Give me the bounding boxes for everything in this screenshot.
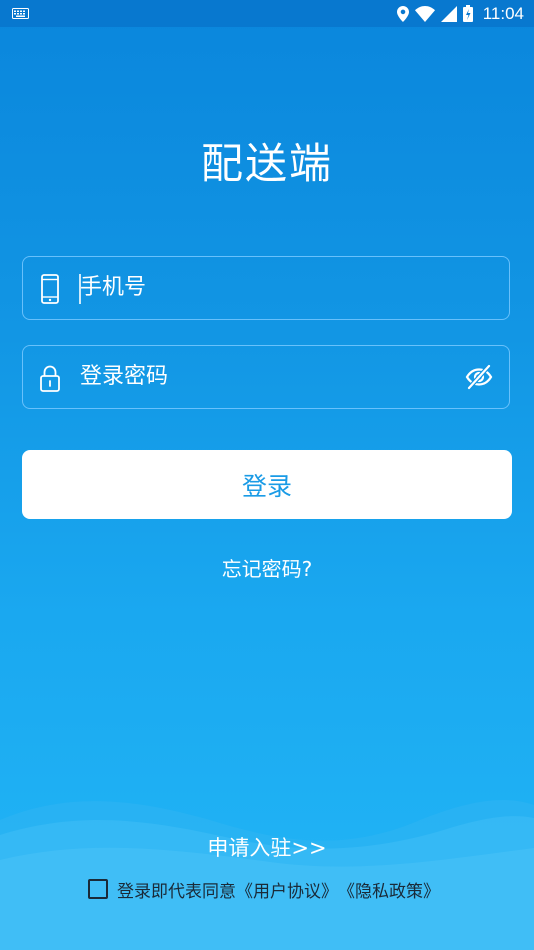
eye-off-icon[interactable] <box>465 364 493 390</box>
password-input[interactable] <box>80 346 460 407</box>
clock: 11:04 <box>482 3 524 23</box>
signal-icon <box>440 5 457 22</box>
battery-icon <box>462 5 473 22</box>
wave-decoration <box>0 800 534 950</box>
lock-icon <box>40 365 60 392</box>
status-icons: 11:04 <box>396 0 524 27</box>
agreement-row: 登录即代表同意 《用户协议》 《隐私政策》 <box>88 877 440 902</box>
apply-join-link[interactable]: 申请入驻>> <box>0 832 534 862</box>
status-bar: 11:04 <box>0 0 534 27</box>
password-field[interactable] <box>22 345 510 409</box>
login-screen: 11:04 配送端 登录 忘记密码? <box>0 0 534 950</box>
keyboard-icon <box>12 8 29 19</box>
login-button[interactable]: 登录 <box>22 450 512 519</box>
app-title: 配送端 <box>200 139 333 188</box>
user-agreement-link[interactable]: 《用户协议》 <box>236 877 338 902</box>
privacy-policy-link[interactable]: 《隐私政策》 <box>338 877 440 902</box>
agreement-checkbox[interactable] <box>88 879 108 899</box>
location-icon <box>396 5 409 22</box>
phone-input[interactable] <box>80 257 460 318</box>
agreement-text: 登录即代表同意 <box>117 881 236 902</box>
phone-icon <box>41 274 59 304</box>
wifi-icon <box>414 5 435 22</box>
phone-field[interactable] <box>22 256 510 320</box>
forgot-password-link[interactable]: 忘记密码? <box>0 553 534 582</box>
